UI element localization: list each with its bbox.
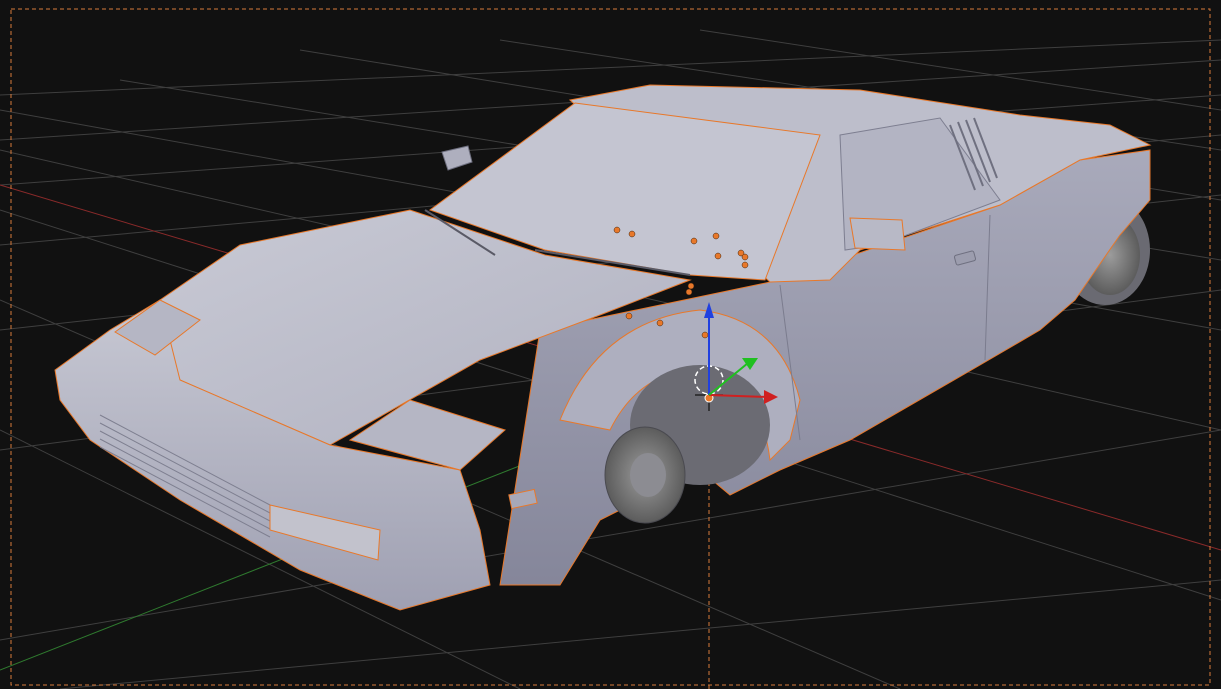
car-model[interactable]: [54, 84, 1152, 611]
viewport-canvas[interactable]: [0, 0, 1221, 689]
3d-viewport[interactable]: [0, 0, 1221, 689]
right-mirror[interactable]: [849, 217, 906, 251]
brake-hub: [630, 453, 666, 497]
left-mirror[interactable]: [441, 145, 473, 171]
